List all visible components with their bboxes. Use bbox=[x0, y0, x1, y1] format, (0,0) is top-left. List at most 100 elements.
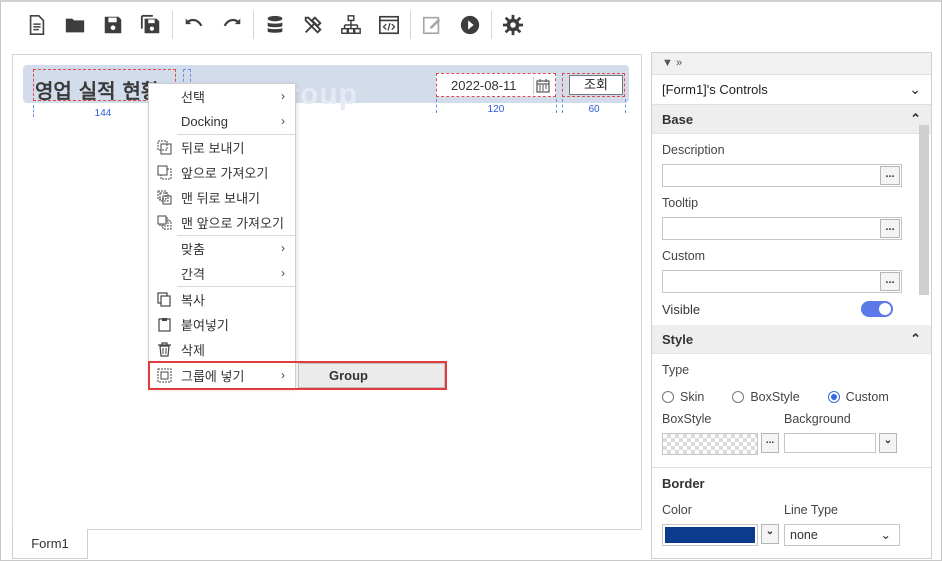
menu-item-label: 뒤로 보내기 bbox=[181, 141, 245, 156]
boxstyle-preview[interactable] bbox=[662, 433, 758, 455]
chevron-down-icon[interactable]: ⌄ bbox=[909, 81, 921, 98]
highlight-frame bbox=[148, 361, 447, 390]
section-style[interactable]: Style ⌃ bbox=[652, 325, 931, 354]
tooltip-label: Tooltip bbox=[662, 196, 699, 210]
section-base[interactable]: Base ⌃ bbox=[652, 105, 931, 134]
new-file-icon[interactable] bbox=[18, 8, 56, 42]
menu-item-label: 삭제 bbox=[181, 343, 205, 358]
edit-icon[interactable] bbox=[413, 8, 451, 42]
boxstyle-label: BoxStyle bbox=[662, 412, 712, 426]
scrollbar-thumb[interactable] bbox=[919, 125, 929, 295]
dimension-guide bbox=[556, 99, 557, 113]
query-button[interactable]: 조회 bbox=[569, 75, 623, 95]
button-width-label: 60 bbox=[588, 104, 600, 115]
dimension-guide bbox=[436, 99, 437, 113]
ellipsis-button[interactable]: ... bbox=[761, 433, 779, 453]
custom-field[interactable]: ... bbox=[662, 270, 902, 293]
menu-item-copy[interactable]: 복사 bbox=[149, 287, 295, 312]
menu-item-bring-forward[interactable]: 앞으로 가져오기 bbox=[149, 160, 295, 185]
date-picker[interactable]: 2022-08-11 bbox=[436, 73, 556, 97]
dimension-guide bbox=[562, 99, 563, 113]
border-color-field[interactable] bbox=[662, 524, 758, 546]
code-view-icon[interactable] bbox=[370, 8, 408, 42]
section-border-body: Border Color ⌄ Line Type none ⌄ bbox=[652, 476, 931, 546]
panel-header[interactable]: [Form1]'s Controls ⌄ bbox=[652, 75, 931, 105]
design-canvas[interactable]: Group 영업 실적 현황 144 2022-08-11 120 조회 60 bbox=[12, 54, 642, 530]
double-chevron-right-icon[interactable]: » bbox=[676, 57, 682, 69]
section-title: Style bbox=[662, 331, 694, 347]
radio-label: Custom bbox=[845, 390, 889, 404]
radio-skin[interactable] bbox=[662, 391, 674, 403]
menu-item-send-to-back[interactable]: 맨 뒤로 보내기 bbox=[149, 185, 295, 210]
title-width-label: 144 bbox=[94, 108, 112, 119]
open-folder-icon[interactable] bbox=[56, 8, 94, 42]
form-tab-bar: Form1 bbox=[12, 529, 642, 560]
pin-icon[interactable]: ▼ bbox=[662, 57, 673, 69]
properties-panel: ▼ » [Form1]'s Controls ⌄ Base ⌃ Descript… bbox=[651, 52, 932, 559]
toolbar-divider bbox=[491, 11, 492, 39]
main-toolbar bbox=[0, 2, 942, 48]
menu-item-paste[interactable]: 붙여넣기 bbox=[149, 312, 295, 337]
tab-form1[interactable]: Form1 bbox=[12, 529, 88, 559]
visible-label: Visible bbox=[662, 301, 701, 317]
menu-item-delete[interactable]: 삭제 bbox=[149, 337, 295, 362]
section-base-body: Description ... Tooltip ... Custom ... V… bbox=[652, 143, 931, 325]
menu-item-send-backward[interactable]: 뒤로 보내기 bbox=[149, 135, 295, 160]
line-type-select[interactable]: none ⌄ bbox=[784, 524, 900, 546]
section-border-title: Border bbox=[662, 476, 705, 491]
chevron-down-icon: ⌄ bbox=[880, 528, 891, 542]
run-icon[interactable] bbox=[451, 8, 489, 42]
boxstyle-background-row: BoxStyle ... Background ⌄ bbox=[662, 410, 921, 455]
radio-custom[interactable] bbox=[827, 391, 840, 403]
radio-boxstyle[interactable] bbox=[732, 391, 745, 403]
save-all-icon[interactable] bbox=[132, 8, 170, 42]
ellipsis-button[interactable]: ... bbox=[880, 166, 900, 185]
copy-icon bbox=[157, 292, 171, 307]
chevron-right-icon: › bbox=[281, 266, 285, 280]
color-linetype-row: Color ⌄ Line Type none ⌄ bbox=[662, 494, 921, 546]
menu-item-label: 선택 bbox=[181, 90, 205, 105]
line-type-label: Line Type bbox=[784, 503, 838, 517]
custom-label: Custom bbox=[662, 249, 706, 263]
calendar-icon[interactable] bbox=[533, 77, 551, 95]
menu-item-spacing[interactable]: 간격 › bbox=[149, 261, 295, 286]
section-title: Base bbox=[662, 111, 694, 127]
menu-item-docking[interactable]: Docking › bbox=[149, 109, 295, 134]
menu-item-label: Docking bbox=[181, 114, 228, 129]
panel-title: [Form1]'s Controls bbox=[662, 82, 768, 97]
menu-item-bring-to-front[interactable]: 맨 앞으로 가져오기 bbox=[149, 210, 295, 235]
context-menu: 선택 › Docking › 뒤로 보내기 앞으로 가져오기 맨 뒤로 보내기 … bbox=[148, 83, 296, 389]
menu-item-select[interactable]: 선택 › bbox=[149, 84, 295, 109]
paste-icon bbox=[158, 318, 171, 332]
tooltip-field[interactable]: ... bbox=[662, 217, 902, 240]
hierarchy-icon[interactable] bbox=[332, 8, 370, 42]
toolbar-divider bbox=[410, 11, 411, 39]
tools-icon[interactable] bbox=[294, 8, 332, 42]
background-color-field[interactable] bbox=[784, 433, 876, 453]
save-icon[interactable] bbox=[94, 8, 132, 42]
visible-toggle[interactable] bbox=[861, 301, 893, 317]
menu-item-label: 맨 앞으로 가져오기 bbox=[181, 216, 284, 231]
settings-icon[interactable] bbox=[494, 8, 532, 42]
panel-scrollbar[interactable] bbox=[917, 117, 929, 557]
border-color-swatch bbox=[665, 527, 755, 543]
ellipsis-button[interactable]: ... bbox=[880, 272, 900, 291]
chevron-down-icon[interactable]: ⌄ bbox=[761, 524, 779, 544]
chevron-right-icon: › bbox=[281, 241, 285, 255]
date-value: 2022-08-11 bbox=[451, 78, 517, 93]
toolbar-divider bbox=[172, 11, 173, 39]
database-icon[interactable] bbox=[256, 8, 294, 42]
radio-label: BoxStyle bbox=[750, 390, 800, 404]
chevron-down-icon[interactable]: ⌄ bbox=[879, 433, 897, 453]
ellipsis-button[interactable]: ... bbox=[880, 219, 900, 238]
description-field[interactable]: ... bbox=[662, 164, 902, 187]
page-title[interactable]: 영업 실적 현황 bbox=[35, 75, 159, 104]
redo-icon[interactable] bbox=[213, 8, 251, 42]
undo-icon[interactable] bbox=[175, 8, 213, 42]
date-width-label: 120 bbox=[487, 104, 505, 115]
chevron-right-icon: › bbox=[281, 114, 285, 128]
menu-item-label: 간격 bbox=[181, 267, 205, 282]
type-radio-group: Skin BoxStyle Custom bbox=[662, 384, 921, 410]
panel-pin-bar: ▼ » bbox=[652, 53, 931, 75]
menu-item-align[interactable]: 맞춤 › bbox=[149, 236, 295, 261]
